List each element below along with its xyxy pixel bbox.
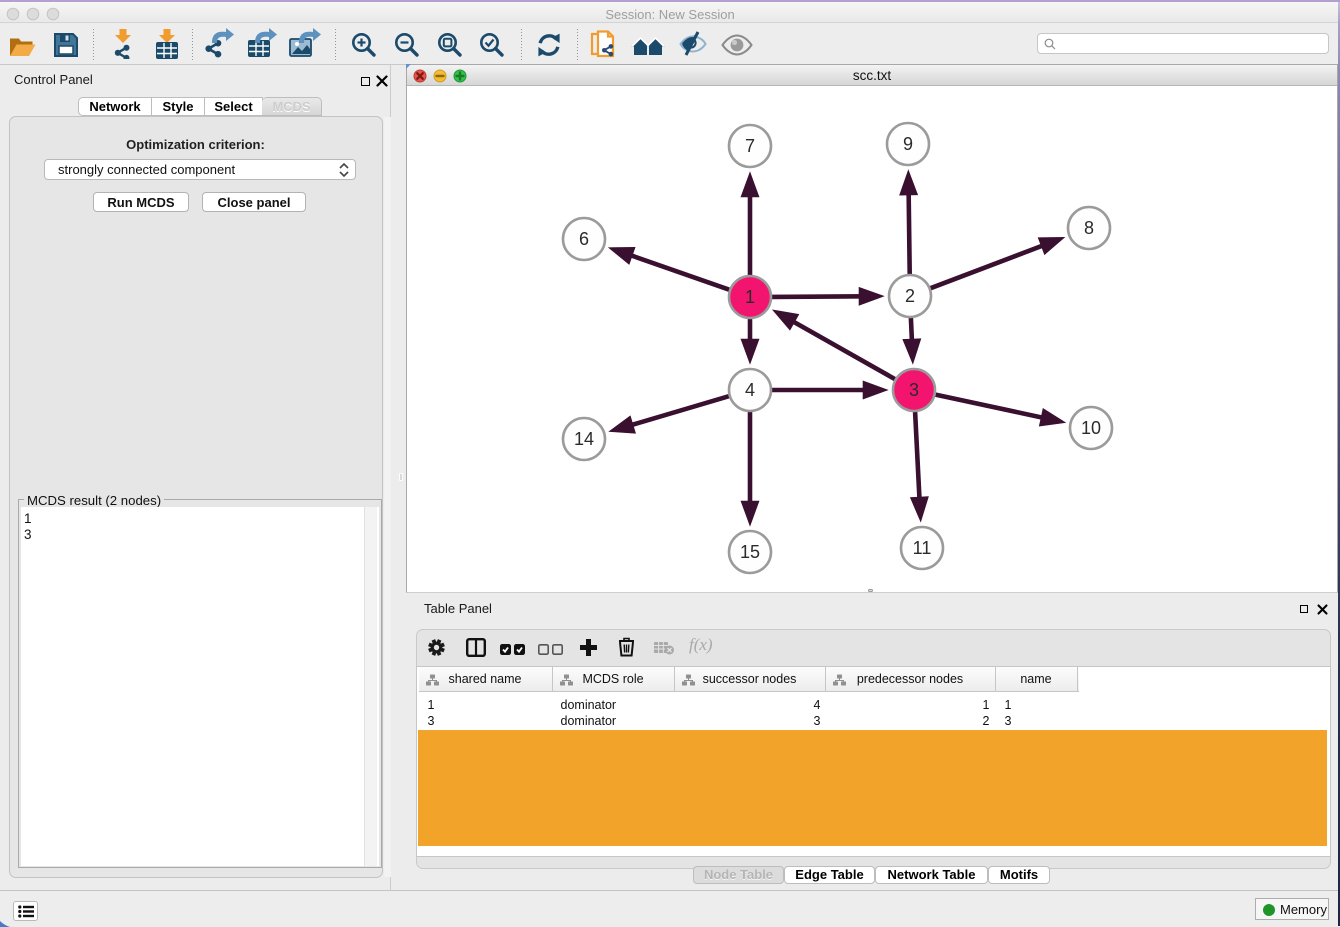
svg-text:3: 3 [909,380,919,400]
svg-text:10: 10 [1081,418,1101,438]
svg-text:14: 14 [574,429,594,449]
svg-text:1: 1 [745,287,755,307]
svg-text:11: 11 [913,538,932,558]
svg-text:8: 8 [1084,218,1094,238]
svg-text:15: 15 [740,542,760,562]
svg-text:2: 2 [905,286,915,306]
svg-text:7: 7 [745,136,755,156]
svg-text:6: 6 [579,229,589,249]
svg-text:4: 4 [745,380,755,400]
svg-text:9: 9 [903,134,913,154]
